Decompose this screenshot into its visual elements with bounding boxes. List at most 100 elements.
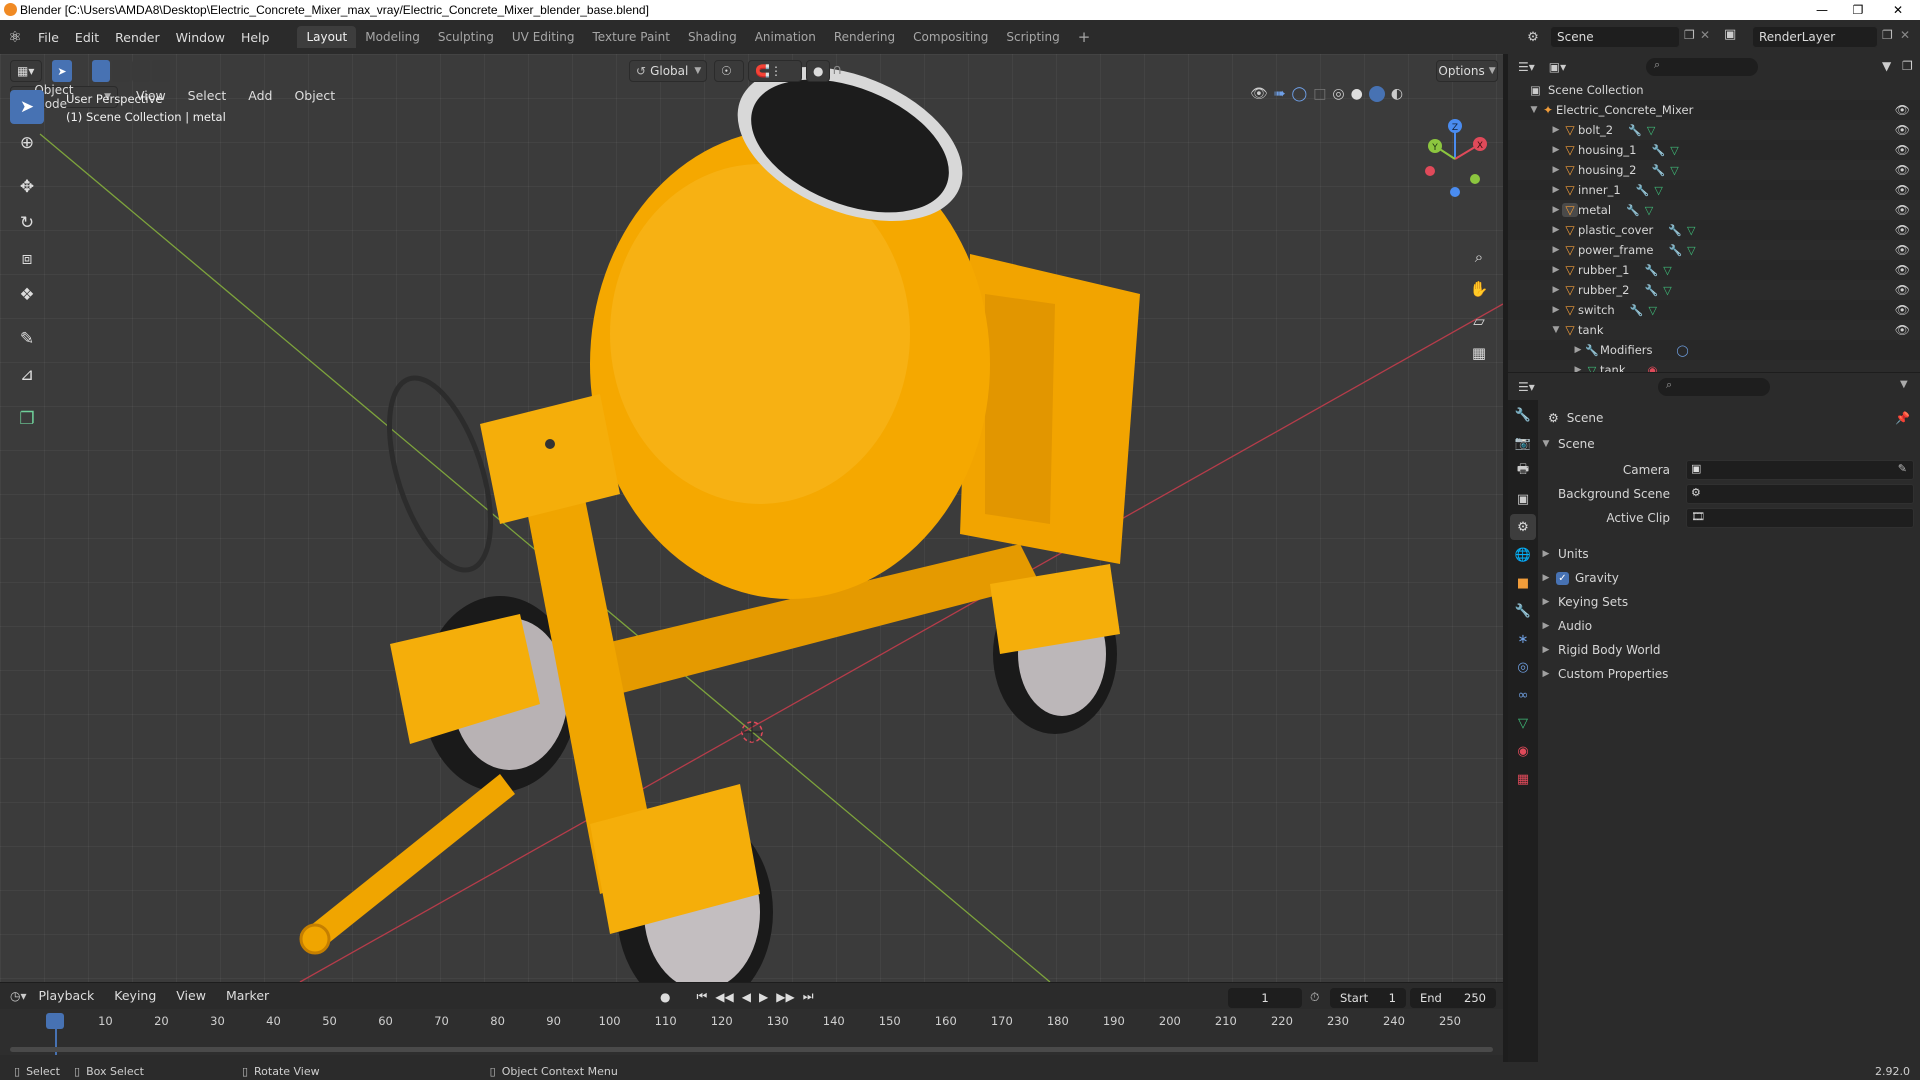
snap-toggle[interactable]: 🧲⋮ bbox=[748, 60, 802, 82]
annotate-tool-icon[interactable]: ✎ bbox=[10, 322, 44, 356]
render-layer-field[interactable]: RenderLayer bbox=[1752, 26, 1878, 48]
tool-tab-icon[interactable]: 🔧 bbox=[1510, 402, 1536, 428]
expand-toggle-icon[interactable]: ▶ bbox=[1550, 245, 1562, 255]
expand-toggle-icon[interactable]: ▶ bbox=[1540, 645, 1552, 655]
visibility-eye-icon[interactable]: 👁 bbox=[1895, 123, 1910, 137]
timeline-menu-playback[interactable]: Playback bbox=[31, 988, 103, 1003]
select-box-tool-icon[interactable]: ➤ bbox=[10, 90, 44, 124]
tab-scripting[interactable]: Scripting bbox=[997, 26, 1068, 48]
material-tab-icon[interactable]: ◉ bbox=[1510, 738, 1536, 764]
solid-shading-icon[interactable]: ● bbox=[1351, 86, 1363, 102]
modifier-tab-icon[interactable]: 🔧 bbox=[1510, 598, 1536, 624]
close-window-button[interactable]: ✕ bbox=[1880, 0, 1916, 20]
tree-row-object[interactable]: ▶ ▽ switch 🔧 ▽ 👁 bbox=[1508, 300, 1920, 320]
background-scene-field[interactable]: ⚙ bbox=[1686, 484, 1914, 504]
delete-scene-icon[interactable]: ✕ bbox=[1700, 28, 1710, 42]
transform-orientation-dropdown[interactable]: ↺ Global ▼ bbox=[629, 60, 707, 82]
visibility-eye-icon[interactable]: 👁 bbox=[1895, 243, 1910, 257]
menu-render[interactable]: Render bbox=[107, 30, 168, 45]
expand-toggle-icon[interactable]: ▼ bbox=[1550, 325, 1562, 335]
tab-rendering[interactable]: Rendering bbox=[825, 26, 904, 48]
timeline-menu-marker[interactable]: Marker bbox=[218, 988, 277, 1003]
gravity-checkbox[interactable]: ✓ bbox=[1556, 571, 1569, 585]
tree-row-object[interactable]: ▶ ▽ rubber_1 🔧 ▽ 👁 bbox=[1508, 260, 1920, 280]
tree-row-object[interactable]: ▶ ▽ bolt_2 🔧 ▽ 👁 bbox=[1508, 120, 1920, 140]
view-layer-icon[interactable]: ▣ bbox=[1724, 27, 1736, 42]
rigid-body-world-panel-header[interactable]: ▶ Rigid Body World bbox=[1538, 638, 1920, 662]
extend-selection-icon[interactable] bbox=[112, 60, 130, 82]
stopwatch-icon[interactable]: ⏱ bbox=[1310, 990, 1319, 1005]
tree-row-object[interactable]: ▶ ▽ housing_2 🔧 ▽ 👁 bbox=[1508, 160, 1920, 180]
output-tab-icon[interactable]: 🖶 bbox=[1510, 458, 1536, 484]
proportional-edit-toggle[interactable]: ● bbox=[806, 60, 830, 82]
pin-icon[interactable]: 📌 bbox=[1895, 411, 1910, 425]
camera-field[interactable]: ▣ ✎ bbox=[1686, 460, 1914, 480]
particles-tab-icon[interactable]: ∗ bbox=[1510, 626, 1536, 652]
active-clip-field[interactable]: 🎞 bbox=[1686, 508, 1914, 528]
menu-help[interactable]: Help bbox=[233, 30, 278, 45]
set-new-selection-icon[interactable] bbox=[92, 60, 110, 82]
visibility-eye-icon[interactable]: 👁 bbox=[1895, 143, 1910, 157]
scene-tab-icon[interactable]: ⚙ bbox=[1510, 514, 1536, 540]
tree-row-object[interactable]: ▶ ▽ rubber_2 🔧 ▽ 👁 bbox=[1508, 280, 1920, 300]
visibility-icon[interactable]: 👁 bbox=[1250, 86, 1268, 102]
record-icon[interactable]: ● bbox=[660, 990, 670, 1004]
camera-view-icon[interactable]: ▱ bbox=[1466, 308, 1492, 334]
expand-toggle-icon[interactable]: ▶ bbox=[1550, 225, 1562, 235]
tree-row-object[interactable]: ▶ ▽ metal 🔧 ▽ 👁 bbox=[1508, 200, 1920, 220]
visibility-eye-icon[interactable]: 👁 bbox=[1895, 303, 1910, 317]
outliner-editor-icon[interactable]: ☰▾ bbox=[1518, 60, 1535, 74]
overlay-toggle-icon[interactable]: ◯ bbox=[1292, 86, 1308, 102]
filter-icon[interactable]: ▼ bbox=[1882, 59, 1891, 73]
move-tool-icon[interactable]: ✥ bbox=[10, 170, 44, 204]
jump-end-icon[interactable]: ⏭ bbox=[803, 989, 814, 1004]
properties-editor-icon[interactable]: ☰▾ bbox=[1518, 380, 1535, 394]
new-collection-icon[interactable]: ❐ bbox=[1902, 59, 1913, 73]
tree-row-collection[interactable]: ▼ ✦ Electric_Concrete_Mixer 👁 bbox=[1508, 100, 1920, 120]
timeline-frames-area[interactable]: 1102030405060708090100110120130140150160… bbox=[0, 1009, 1503, 1055]
keying-sets-panel-header[interactable]: ▶ Keying Sets bbox=[1538, 590, 1920, 614]
tree-row-object[interactable]: ▶ ▽ housing_1 🔧 ▽ 👁 bbox=[1508, 140, 1920, 160]
transform-tool-icon[interactable]: ❖ bbox=[10, 278, 44, 312]
object-tab-icon[interactable]: ■ bbox=[1510, 570, 1536, 596]
visibility-eye-icon[interactable]: 👁 bbox=[1895, 283, 1910, 297]
expand-toggle-icon[interactable]: ▶ bbox=[1540, 549, 1552, 559]
expand-toggle-icon[interactable]: ▶ bbox=[1540, 573, 1552, 583]
jump-start-icon[interactable]: ⏮ bbox=[696, 989, 707, 1004]
subtract-selection-icon[interactable] bbox=[132, 60, 150, 82]
prev-keyframe-icon[interactable]: ◀◀ bbox=[715, 990, 733, 1004]
visibility-eye-icon[interactable]: 👁 bbox=[1895, 263, 1910, 277]
select-mode-icon[interactable]: ➤ bbox=[52, 60, 72, 82]
mesh-data-tab-icon[interactable]: ▽ bbox=[1510, 710, 1536, 736]
xray-toggle-icon[interactable]: □ bbox=[1313, 86, 1326, 102]
audio-panel-header[interactable]: ▶ Audio bbox=[1538, 614, 1920, 638]
viewport-menu-add[interactable]: Add bbox=[240, 88, 280, 103]
visibility-eye-icon[interactable]: 👁 bbox=[1895, 163, 1910, 177]
visibility-eye-icon[interactable]: 👁 bbox=[1895, 323, 1910, 337]
rotate-tool-icon[interactable]: ↻ bbox=[10, 206, 44, 240]
properties-search-input[interactable]: ⌕ bbox=[1658, 378, 1770, 396]
visibility-eye-icon[interactable]: 👁 bbox=[1895, 183, 1910, 197]
perspective-toggle-icon[interactable]: ▦ bbox=[1466, 340, 1492, 366]
copy-scene-icon[interactable]: ❐ bbox=[1684, 28, 1695, 42]
gravity-panel-header[interactable]: ▶ ✓ Gravity bbox=[1538, 566, 1920, 590]
tree-row-object[interactable]: ▼ ▽ tank 👁 bbox=[1508, 320, 1920, 340]
expand-toggle-icon[interactable]: ▼ bbox=[1540, 439, 1552, 449]
render-tab-icon[interactable]: 📷 bbox=[1510, 430, 1536, 456]
scene-selector-icon[interactable]: ⚙ bbox=[1522, 26, 1544, 48]
outliner-search-input[interactable]: ⌕ bbox=[1646, 58, 1758, 76]
tree-row-modifiers[interactable]: ▶ 🔧 Modifiers ◯ bbox=[1508, 340, 1920, 360]
tree-row-object[interactable]: ▶ ▽ plastic_cover 🔧 ▽ 👁 bbox=[1508, 220, 1920, 240]
visibility-eye-icon[interactable]: 👁 bbox=[1895, 223, 1910, 237]
pivot-point-dropdown[interactable]: ☉ bbox=[714, 60, 744, 82]
playhead-handle[interactable] bbox=[46, 1013, 64, 1029]
editor-type-icon[interactable]: ▦▾ bbox=[10, 60, 42, 82]
tab-compositing[interactable]: Compositing bbox=[904, 26, 997, 48]
zoom-icon[interactable]: ⌕ bbox=[1466, 244, 1492, 270]
view-layer-tab-icon[interactable]: ▣ bbox=[1510, 486, 1536, 512]
expand-toggle-icon[interactable]: ▶ bbox=[1550, 125, 1562, 135]
play-icon[interactable]: ▶ bbox=[759, 990, 768, 1004]
tree-row-object[interactable]: ▶ ▽ power_frame 🔧 ▽ 👁 bbox=[1508, 240, 1920, 260]
viewport-menu-object[interactable]: Object bbox=[286, 88, 343, 103]
play-reverse-icon[interactable]: ◀ bbox=[742, 990, 751, 1004]
